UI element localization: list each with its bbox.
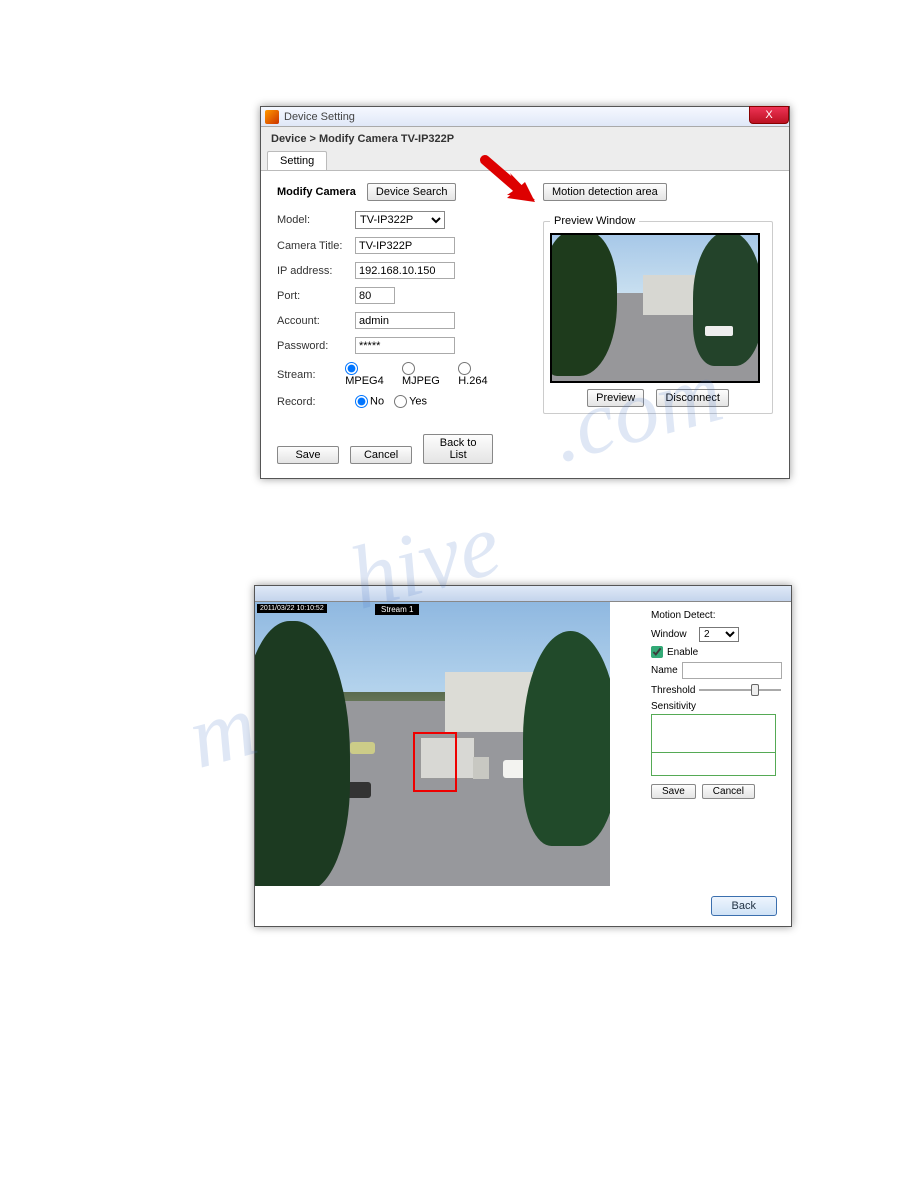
enable-checkbox[interactable] (651, 646, 663, 658)
window-label: Window (651, 629, 695, 640)
port-input[interactable] (355, 287, 395, 304)
sensitivity-graph (651, 714, 776, 776)
threshold-slider[interactable] (699, 683, 781, 697)
camera-video[interactable]: 2011/03/22 10:10:52 Stream 1 (255, 602, 610, 886)
motion-detection-button[interactable]: Motion detection area (543, 183, 667, 201)
titlebar: Device Setting X (261, 107, 789, 127)
password-label: Password: (277, 340, 355, 352)
camera-title-label: Camera Title: (277, 240, 355, 252)
sensitivity-label: Sensitivity (651, 701, 781, 712)
preview-fieldset: Preview Window Preview Disconnect (543, 215, 773, 414)
motion-region-box[interactable] (413, 732, 457, 792)
window-select[interactable]: 2 (699, 627, 739, 642)
stream-mjpeg[interactable]: MJPEG (402, 362, 448, 387)
timestamp-overlay: 2011/03/22 10:10:52 (257, 604, 327, 613)
name-label: Name (651, 665, 678, 676)
tab-setting[interactable]: Setting (267, 151, 327, 170)
record-yes[interactable]: Yes (394, 395, 427, 408)
stream-h264[interactable]: H.264 (458, 362, 497, 387)
motion-detect-title: Motion Detect: (651, 610, 781, 621)
enable-label: Enable (667, 647, 698, 658)
model-select[interactable]: TV-IP322P (355, 211, 445, 229)
window-title: Device Setting (284, 111, 355, 123)
port-label: Port: (277, 290, 355, 302)
preview-legend: Preview Window (550, 215, 639, 227)
breadcrumb: Device > Modify Camera TV-IP322P (261, 127, 789, 151)
preview-button[interactable]: Preview (587, 389, 644, 407)
save-button[interactable]: Save (277, 446, 339, 464)
md-save-button[interactable]: Save (651, 784, 696, 799)
ip-label: IP address: (277, 265, 355, 277)
ip-input[interactable] (355, 262, 455, 279)
app-icon (265, 110, 279, 124)
md-cancel-button[interactable]: Cancel (702, 784, 755, 799)
section-title: Modify Camera (277, 186, 356, 198)
back-to-list-button[interactable]: Back to List (423, 434, 493, 464)
red-arrow-icon (477, 154, 537, 204)
account-input[interactable] (355, 312, 455, 329)
model-label: Model: (277, 214, 355, 226)
record-label: Record: (277, 396, 355, 408)
back-button[interactable]: Back (711, 896, 777, 916)
stream-label: Stream: (277, 369, 345, 381)
device-search-button[interactable]: Device Search (367, 183, 457, 201)
preview-video (550, 233, 760, 383)
close-button[interactable]: X (749, 106, 789, 124)
stream-overlay: Stream 1 (375, 604, 419, 615)
camera-title-input[interactable] (355, 237, 455, 254)
cancel-button[interactable]: Cancel (350, 446, 412, 464)
threshold-label: Threshold (651, 685, 695, 696)
stream-mpeg4[interactable]: MPEG4 (345, 362, 392, 387)
titlebar (255, 586, 791, 602)
password-input[interactable] (355, 337, 455, 354)
motion-detect-panel: Motion Detect: Window 2 Enable Name Thre… (641, 602, 791, 807)
name-input[interactable] (682, 662, 782, 679)
motion-detect-window: 2011/03/22 10:10:52 Stream 1 Motion Dete… (254, 585, 792, 927)
record-no[interactable]: No (355, 395, 384, 408)
disconnect-button[interactable]: Disconnect (656, 389, 728, 407)
account-label: Account: (277, 315, 355, 327)
